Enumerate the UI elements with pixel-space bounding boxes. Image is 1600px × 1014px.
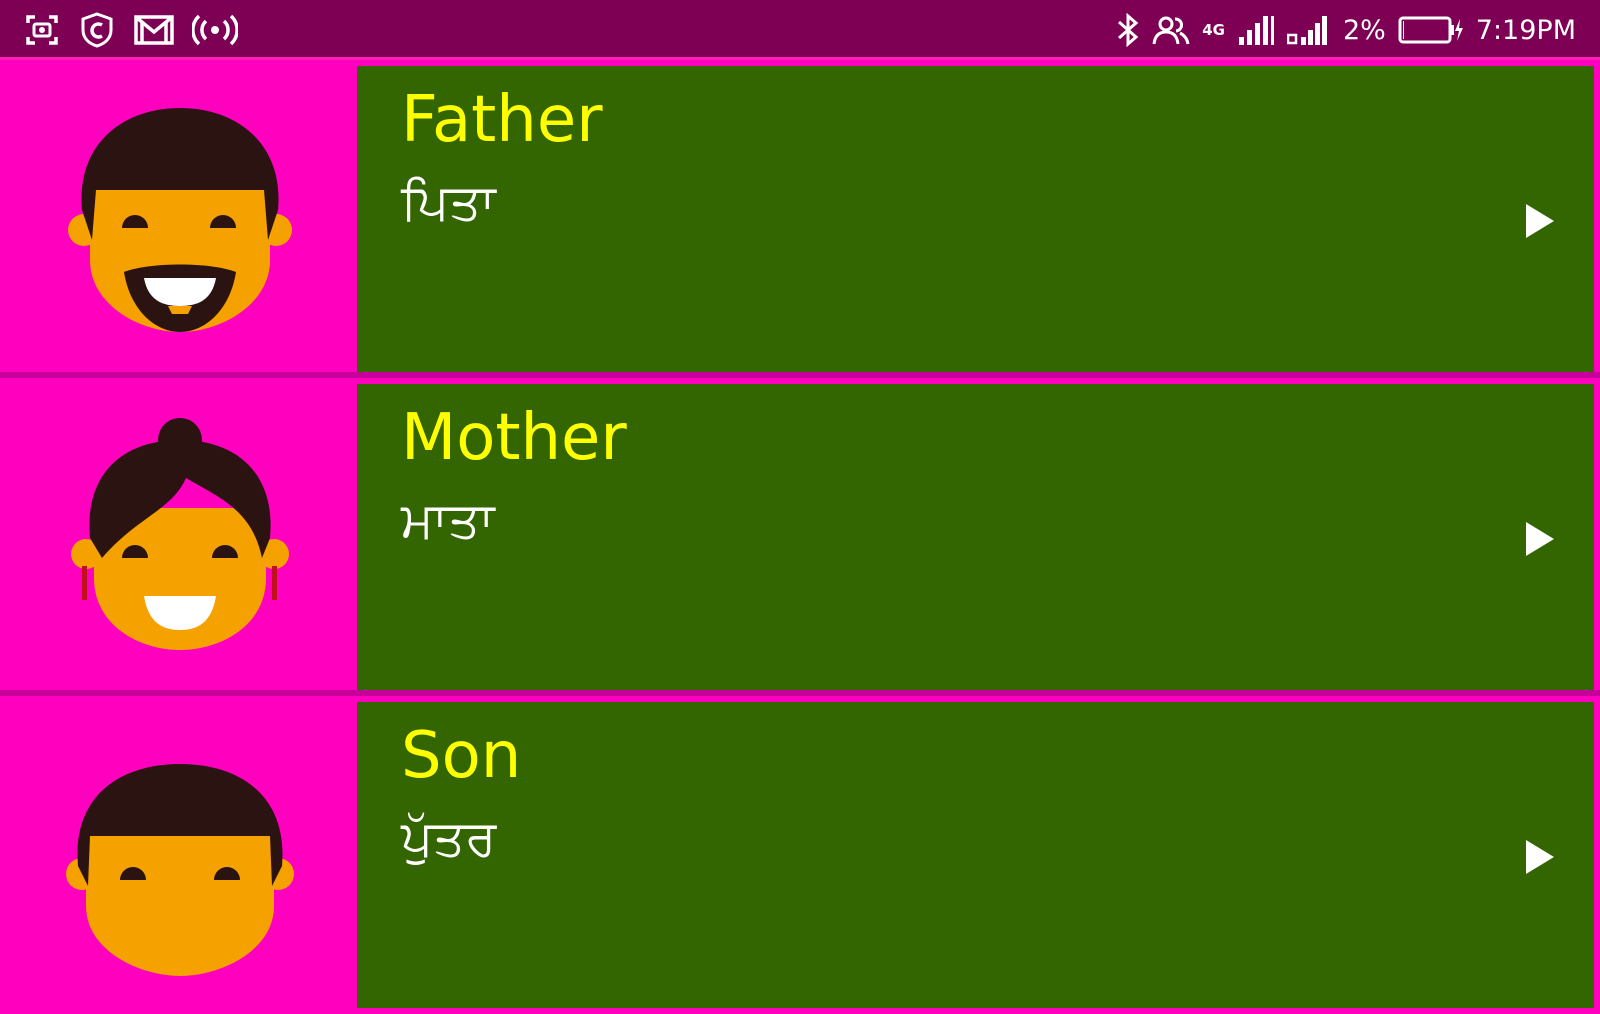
hotspot-icon <box>192 13 238 47</box>
signal-icon <box>1286 13 1331 47</box>
list-item[interactable]: Son ਪੁੱਤਰ <box>0 696 1600 1014</box>
avatar-cell <box>0 60 356 378</box>
screenshot-icon <box>24 13 60 47</box>
word-punjabi: ਮਾਤਾ <box>401 491 495 549</box>
list-item[interactable]: Mother ਮਾਤਾ <box>0 378 1600 696</box>
father-avatar-icon <box>68 108 292 332</box>
signal-icon <box>1237 13 1275 47</box>
battery-percent: 2% <box>1342 14 1386 46</box>
word-card[interactable]: Son ਪੁੱਤਰ <box>357 702 1594 1008</box>
family-word-list: Father ਪਿਤਾ Mother ਮਾਤਾ Son ਪੁੱਤਰ <box>0 60 1600 1014</box>
word-english: Mother <box>401 401 627 475</box>
status-bar-right: 4G 2% 7:19PM <box>1116 10 1576 50</box>
bluetooth-icon <box>1116 13 1140 47</box>
word-english: Father <box>401 83 603 157</box>
play-icon[interactable] <box>1526 204 1554 238</box>
contacts-icon <box>1152 14 1190 46</box>
word-english: Son <box>401 719 522 793</box>
play-icon[interactable] <box>1526 522 1554 556</box>
word-punjabi: ਪੁੱਤਰ <box>401 809 497 867</box>
avatar-cell <box>0 378 356 696</box>
status-bar: 4G 2% 7:19PM <box>0 0 1600 60</box>
battery-charging-icon <box>1398 15 1464 45</box>
clock-time: 7:19PM <box>1475 14 1576 46</box>
status-bar-left <box>24 10 238 50</box>
play-icon[interactable] <box>1526 840 1554 874</box>
4g-icon: 4G <box>1202 21 1225 39</box>
gmail-icon <box>134 15 174 45</box>
word-card[interactable]: Mother ਮਾਤਾ <box>357 384 1594 690</box>
mother-avatar-icon <box>71 418 289 650</box>
word-card[interactable]: Father ਪਿਤਾ <box>357 66 1594 372</box>
son-avatar-icon <box>66 764 294 976</box>
avatar-cell <box>0 696 356 1014</box>
list-item[interactable]: Father ਪਿਤਾ <box>0 60 1600 378</box>
copyright-icon <box>78 11 116 49</box>
word-punjabi: ਪਿਤਾ <box>401 173 496 231</box>
